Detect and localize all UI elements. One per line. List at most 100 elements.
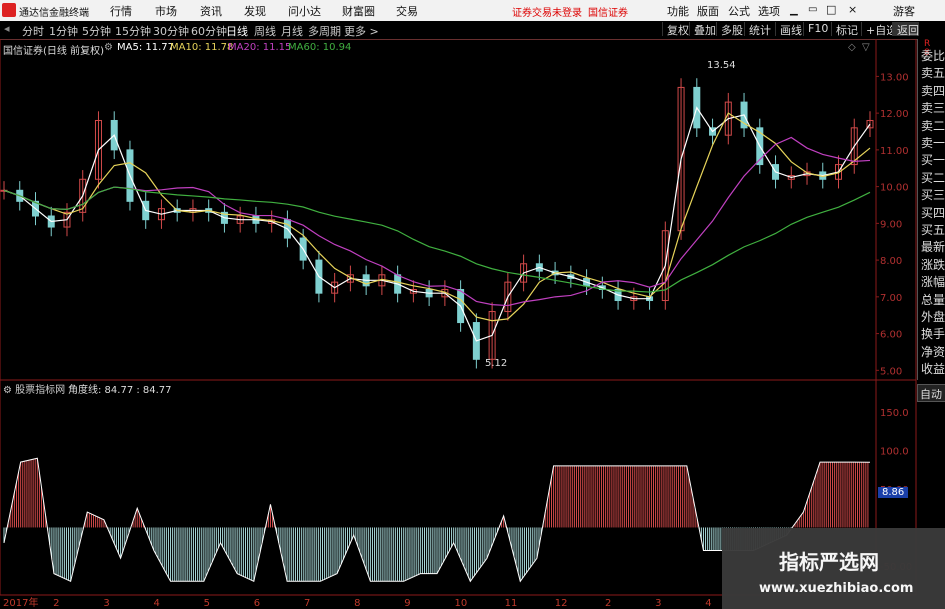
- btn-biaoji[interactable]: 标记: [831, 22, 858, 37]
- watermark-title: 指标严选网: [779, 550, 879, 574]
- period-daily[interactable]: 日线: [226, 23, 248, 39]
- app-title: 通达信金融终端: [19, 8, 89, 19]
- price-axis-label: 5.00: [880, 366, 902, 377]
- x-axis-label: 8: [354, 598, 360, 609]
- quote-field-14: 总量: [921, 292, 945, 307]
- quote-field-16: 换手: [921, 327, 945, 342]
- price-axis-label: 9.00: [880, 219, 902, 230]
- period-monthly[interactable]: 月线: [281, 23, 303, 39]
- btn-duogu[interactable]: 多股: [716, 22, 743, 37]
- ma60-line: [3, 186, 871, 293]
- price-axis-label: 12.00: [880, 109, 909, 120]
- quote-field-5: 卖一: [921, 136, 945, 150]
- left-arrow-icon[interactable]: ◂: [4, 22, 10, 35]
- price-axis-label: 6.00: [880, 330, 902, 341]
- quote-field-1: 卖五: [921, 66, 945, 81]
- menu-faxian[interactable]: 发现: [244, 3, 266, 19]
- watermark-box: 指标严选网 www.xuezhibiao.com: [722, 528, 945, 609]
- watermark-url: www.xuezhibiao.com: [759, 581, 914, 596]
- quote-field-12: 涨跌: [921, 257, 945, 272]
- x-axis-label: 10: [454, 598, 467, 609]
- low-annotation: 5.12: [485, 358, 508, 369]
- quote-field-6: 买一: [921, 153, 945, 168]
- menu-jiaoyi[interactable]: 交易: [396, 3, 418, 19]
- x-axis-label: 3: [655, 598, 661, 609]
- menu-hangqing[interactable]: 行情: [110, 3, 132, 19]
- x-axis-label: 9: [404, 598, 410, 609]
- quote-field-10: 买五: [921, 223, 945, 237]
- price-axis-label: 13.00: [880, 72, 909, 83]
- current-indicator-badge: 8.86: [878, 487, 909, 498]
- period-5min[interactable]: 5分钟: [82, 23, 111, 39]
- close-icon[interactable]: ×: [848, 3, 857, 16]
- guest-label[interactable]: 游客: [893, 3, 915, 19]
- quote-field-2: 卖四: [921, 83, 945, 98]
- period-fenshi[interactable]: 分时: [22, 23, 44, 39]
- indicator-axis-label: 150.0: [880, 408, 909, 419]
- quote-field-3: 卖三: [921, 101, 945, 116]
- kline-chart[interactable]: 13.00 12.00 11.00 10.00 9.00 8.00 7.00 6.00 5.00…: [0, 39, 917, 609]
- menu-wenxiaoda[interactable]: 问小达: [288, 3, 321, 19]
- btn-huaxian[interactable]: 画线: [775, 22, 802, 37]
- period-60min[interactable]: 60分钟: [191, 23, 227, 39]
- menu-xuanxiang[interactable]: 选项: [758, 3, 780, 19]
- quote-field-13: 涨幅: [921, 275, 945, 290]
- menu-gongneng[interactable]: 功能: [667, 3, 689, 19]
- auto-button[interactable]: 自动: [917, 384, 945, 402]
- menu-gongshi[interactable]: 公式: [728, 3, 750, 19]
- period-15min[interactable]: 15分钟: [115, 23, 151, 39]
- login-notice[interactable]: 证券交易未登录: [512, 4, 582, 19]
- price-axis-label: 11.00: [880, 146, 909, 157]
- period-weekly[interactable]: 周线: [254, 23, 276, 39]
- x-axis-label: 2: [605, 598, 611, 609]
- menu-banmian[interactable]: 版面: [697, 3, 719, 19]
- indicator-settings-icon[interactable]: ⚙: [3, 385, 15, 396]
- broker-link[interactable]: 国信证券: [588, 4, 628, 19]
- x-axis-label: 6: [254, 598, 260, 609]
- x-axis-label: 2: [53, 598, 59, 609]
- quote-field-17: 净资: [921, 344, 945, 359]
- period-1min[interactable]: 1分钟: [49, 23, 78, 39]
- indicator-axis-label: 100.0: [880, 447, 909, 458]
- x-axis-label: 2017年: [3, 596, 38, 609]
- x-axis-label: 4: [153, 598, 159, 609]
- period-toolbar: ◂ 分时 1分钟 5分钟 15分钟 30分钟 60分钟 日线 周线 月线 多周期…: [0, 21, 945, 40]
- quote-field-4: 卖二: [921, 118, 945, 133]
- x-axis-label: 11: [505, 598, 518, 609]
- quote-field-7: 买二: [921, 170, 945, 185]
- x-axis-label: 3: [103, 598, 109, 609]
- quote-field-0: 委比: [921, 49, 945, 63]
- x-axis-label: 7: [304, 598, 310, 609]
- price-axis-label: 8.00: [880, 256, 902, 267]
- period-more[interactable]: 更多 >: [344, 23, 379, 39]
- minimize-icon[interactable]: ▁: [790, 5, 798, 16]
- btn-diejia[interactable]: 叠加: [689, 22, 716, 37]
- btn-f10[interactable]: F10: [803, 22, 828, 36]
- menu-shichang[interactable]: 市场: [155, 3, 177, 19]
- menu-zixun[interactable]: 资讯: [200, 3, 222, 19]
- ma5-line: [3, 106, 871, 342]
- btn-tongji[interactable]: 统计: [744, 22, 771, 37]
- restore-icon[interactable]: ▭: [808, 4, 817, 15]
- ma20-line: [3, 136, 871, 307]
- btn-fanhui[interactable]: 返回: [892, 22, 919, 37]
- menu-bar: 通达信金融终端 行情 市场 资讯 发现 问小达 财富圈 交易 证券交易未登录 国…: [0, 0, 945, 22]
- quote-field-11: 最新: [921, 240, 945, 255]
- quote-field-8: 买三: [921, 188, 945, 203]
- x-axis-label: 5: [204, 598, 210, 609]
- maximize-icon[interactable]: □: [826, 3, 836, 16]
- period-30min[interactable]: 30分钟: [153, 23, 189, 39]
- btn-fuquan[interactable]: 复权: [662, 22, 689, 37]
- x-axis-label: 4: [705, 598, 711, 609]
- quote-field-15: 外盘: [921, 310, 945, 324]
- indicator-name: ⚙ 股票指标网: [3, 385, 66, 396]
- app-logo-icon: [2, 3, 16, 17]
- period-multi[interactable]: 多周期: [308, 23, 341, 39]
- indicator-value: 角度线: 84.77 : 84.77: [68, 385, 172, 396]
- quote-field-18: 收益: [921, 362, 945, 377]
- price-axis-label: 10.00: [880, 183, 909, 194]
- x-axis-label: 12: [555, 598, 568, 609]
- price-axis-label: 7.00: [880, 293, 902, 304]
- menu-caifuquan[interactable]: 财富圈: [342, 3, 375, 19]
- ma10-line: [3, 112, 871, 322]
